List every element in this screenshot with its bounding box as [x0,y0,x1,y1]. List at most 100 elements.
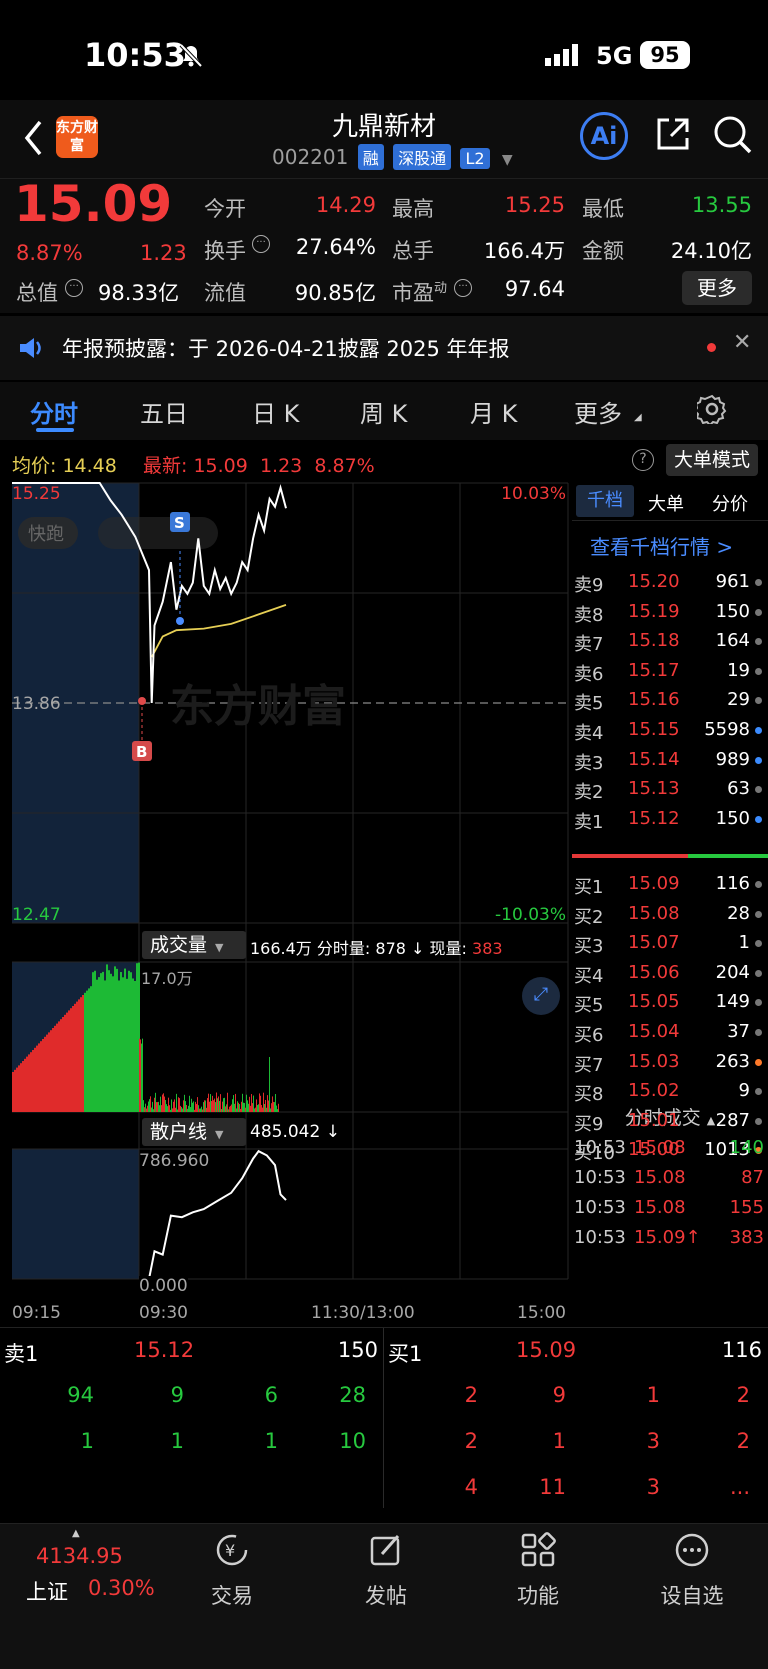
volume-bar [191,1098,192,1112]
bid-pressure-bar [688,854,768,858]
asks-row[interactable]: 卖5 15.16 29 [572,685,768,715]
functions-button[interactable]: 功能 [478,1532,598,1610]
index-value[interactable]: 4134.95 [36,1544,123,1568]
tab-five-day[interactable]: 五日 [140,394,188,429]
volume-bar [176,1093,177,1112]
stock-code: 002201 [272,145,349,169]
full-depth-link[interactable]: 查看千档行情 > [590,531,733,560]
ai-button[interactable]: Ai [580,112,628,160]
volume-bar [256,1099,257,1112]
more-button[interactable]: 更多 [682,271,752,305]
volume-bar [80,997,82,1112]
bids-level: 买5 [574,995,604,1017]
intraday-chart[interactable]: 东方财富 快跑 S B 15.25 13.86 12.47 10.03% -10… [0,481,572,1327]
change-amount: 1.23 [140,241,187,265]
volume-bar [220,1094,221,1112]
bids-row[interactable]: 买2 15.08 28 [572,899,768,929]
add-watchlist-button[interactable]: 设自选 [632,1532,752,1610]
functions-label: 功能 [517,1584,559,1608]
notice-bar[interactable]: 年报预披露：于 2026-04-21披露 2025 年年报 ✕ [0,316,768,380]
volume-bar [148,1101,149,1112]
share-icon[interactable] [653,114,693,154]
tab-price-distribution[interactable]: 分价 [712,490,748,516]
asks-row[interactable]: 卖3 15.14 989 [572,745,768,775]
volume-bar [84,992,86,1112]
y-axis-right-top: 10.03% [501,484,566,504]
post-icon [370,1535,400,1566]
volume-bar [142,1038,143,1112]
volume-bar [161,1105,162,1112]
bids-row[interactable]: 买8 15.02 9 [572,1076,768,1106]
trade-button[interactable]: ¥ 交易 [172,1532,292,1610]
amount-value: 24.10亿 [670,239,752,263]
mute-bell-icon [179,43,203,68]
post-label: 发帖 [365,1584,407,1608]
tab-big-orders[interactable]: 大单 [648,490,684,516]
asks-row[interactable]: 卖9 15.20 961 [572,567,768,597]
volume-bar [265,1099,266,1112]
sell-marker-label: S [174,514,185,532]
bids-row[interactable]: 买7 15.03 263 [572,1047,768,1077]
retail-indicator-select[interactable]: 散户线 ▼ [142,1118,246,1146]
caret-up-icon[interactable]: ▲ [72,1528,80,1539]
volume-bar [156,1102,157,1112]
tab-monthly-k[interactable]: 月 K [470,394,517,429]
trade-row: 10:53 15.08 140 [572,1133,768,1163]
index-percent[interactable]: 0.30% [88,1576,155,1600]
tab-intraday[interactable]: 分时 [30,394,78,429]
bids-row[interactable]: 买9 15.01 287 [572,1106,768,1136]
big-order-mode-button[interactable]: 大单模式 [666,444,758,476]
volume-indicator-select[interactable]: 成交量 ▼ [142,931,246,959]
asks-row[interactable]: 卖8 15.19 150 [572,597,768,627]
x-tick-open-auction: 09:15 [12,1303,61,1323]
latest-price: 最新: 15.09 1.23 8.87% [143,455,375,477]
search-icon[interactable] [712,114,754,156]
watermark: 东方财富 [170,681,346,732]
bids-row[interactable]: 买4 15.06 204 [572,958,768,988]
trade-row: 10:53 15.08 155 [572,1193,768,1223]
order-dot [755,756,762,764]
trade-label: 交易 [211,1584,253,1608]
info-icon[interactable]: ··· [454,279,472,297]
asks-level: 卖7 [574,634,604,656]
info-icon[interactable]: ··· [65,279,83,297]
chevron-down-icon[interactable]: ▼ [502,152,513,168]
asks-row[interactable]: 卖1 15.12 150 [572,804,768,834]
asks-row[interactable]: 卖2 15.13 63 [572,774,768,804]
trade-time: 10:53 [574,1197,626,1218]
post-button[interactable]: 发帖 [326,1532,446,1610]
volume-bar [100,973,102,1112]
bids-row[interactable]: 买6 15.04 37 [572,1017,768,1047]
help-icon[interactable]: ? [632,449,654,471]
asks-row[interactable]: 卖4 15.15 5598 [572,715,768,745]
volume-bar [28,1054,30,1112]
volume-bar [151,1107,152,1112]
info-icon[interactable]: ··· [252,235,270,253]
gear-icon[interactable] [697,394,727,424]
volume-bar [146,1108,147,1112]
tab-daily-k[interactable]: 日 K [252,394,299,429]
buy-queue-order: 2 [464,1383,478,1407]
asks-price: 15.17 [628,659,680,681]
close-icon[interactable]: ✕ [733,330,751,355]
tab-depth[interactable]: 千档 [576,485,634,517]
sell-queue-order: 1 [264,1429,278,1453]
bids-row[interactable]: 买3 15.07 1 [572,928,768,958]
asks-row[interactable]: 卖7 15.18 164 [572,626,768,656]
index-name[interactable]: 上证 [26,1576,68,1606]
order-dot [755,638,762,646]
volume-bar [197,1097,198,1112]
bids-level: 买6 [574,1025,604,1046]
volume-bar [269,1057,270,1112]
expand-icon[interactable]: ⤢ [522,977,560,1015]
volume-bar [62,1017,64,1112]
volume-bar [253,1095,254,1112]
tab-more[interactable]: 更多 [574,394,622,429]
bids-row[interactable]: 买5 15.05 149 [572,987,768,1017]
volume-bar [14,1069,16,1112]
bids-level: 买9 [574,1113,604,1135]
bids-volume: 263 [715,1050,750,1072]
asks-row[interactable]: 卖6 15.17 19 [572,656,768,686]
bids-row[interactable]: 买1 15.09 116 [572,869,768,899]
tab-weekly-k[interactable]: 周 K [360,394,407,429]
